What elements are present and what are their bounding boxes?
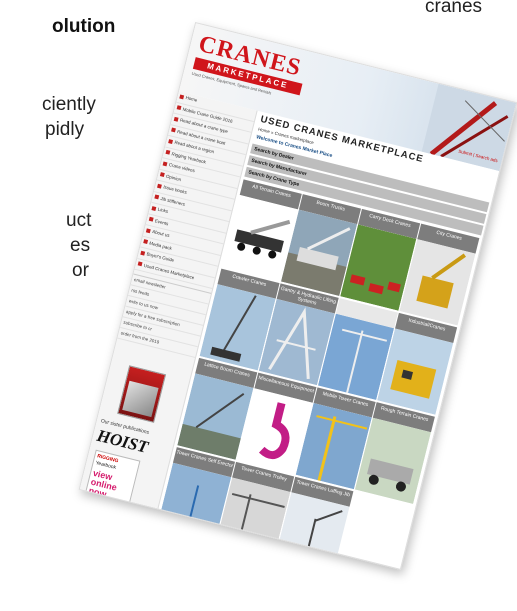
- rigging-yearbook-ad[interactable]: RIGGING Yearbook view online now: [83, 449, 141, 510]
- cranes-logo-bottom[interactable]: CRANES: [79, 520, 131, 548]
- bullet-icon: [179, 94, 185, 100]
- article-word: es: [70, 235, 91, 256]
- bullet-icon: [145, 228, 151, 234]
- chinese-edition-label: 中国起重机: [78, 536, 114, 555]
- bullet-icon: [173, 116, 179, 122]
- bullet-icon: [140, 250, 146, 256]
- bullet-icon: [176, 105, 182, 111]
- bullet-icon: [151, 205, 157, 211]
- article-word: uct: [66, 210, 92, 231]
- magazine-cover[interactable]: [117, 365, 167, 423]
- bullet-icon: [154, 194, 160, 200]
- view-online-link[interactable]: view online now: [88, 468, 135, 505]
- article-word: ciently: [42, 94, 96, 115]
- article-word: olution: [52, 16, 116, 37]
- bullet-icon: [157, 183, 162, 189]
- bullet-icon: [170, 127, 176, 133]
- article-word: or: [72, 260, 89, 281]
- article-word: cranes: [425, 0, 483, 17]
- nav-secondary: email newsletter rss feeds write to us n…: [117, 273, 212, 358]
- bullet-icon: [137, 261, 143, 267]
- bullet-icon: [159, 172, 165, 178]
- bullet-icon: [148, 217, 154, 222]
- bullet-icon: [143, 239, 149, 245]
- crane-header-art: [421, 83, 517, 171]
- website-screenshot: CRANES MARKETPLACE Used Cranes, Equipmen…: [78, 21, 517, 571]
- bullet-icon: [162, 161, 168, 167]
- bullet-icon: [168, 138, 174, 144]
- article-word: pidly: [45, 119, 85, 140]
- magazine-cover-image: [122, 380, 159, 418]
- bullet-icon: [165, 150, 171, 155]
